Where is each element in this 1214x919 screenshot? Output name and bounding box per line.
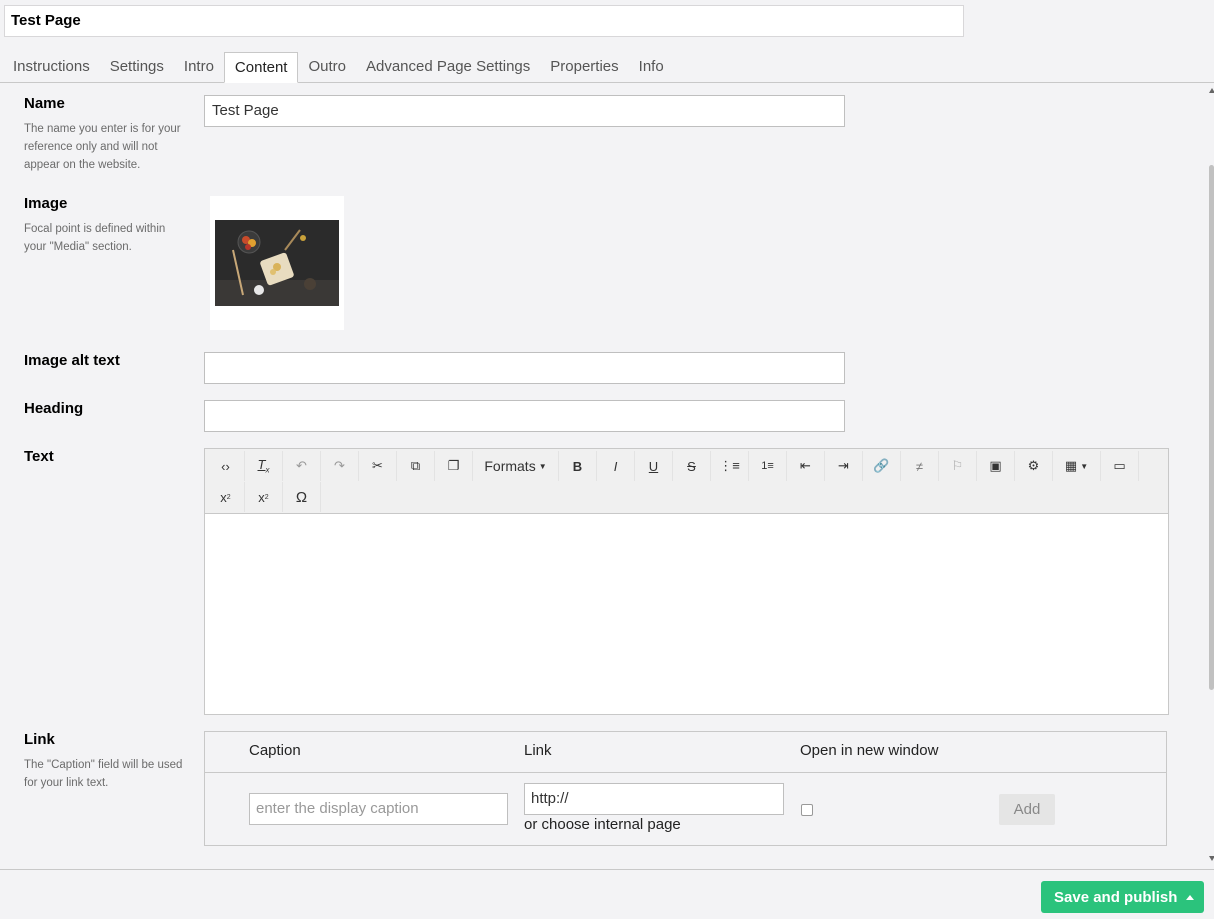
tab-outro[interactable]: Outro [298,52,356,82]
strikethrough-icon[interactable]: S [673,451,711,481]
formats-label: Formats [484,458,536,474]
underline-icon[interactable]: U [635,451,673,481]
image-label: Image [24,195,68,212]
content-panel: Name The name you enter is for your refe… [4,84,1187,869]
name-input[interactable]: Test Page [204,95,845,127]
scrollbar-thumb[interactable] [1209,165,1214,690]
bullet-list-icon[interactable]: ⋮≡ [711,451,749,481]
name-description: The name you enter is for your reference… [24,123,181,171]
redo-icon[interactable]: ↷ [321,451,359,481]
cut-icon[interactable]: ✂ [359,451,397,481]
preview-icon[interactable]: ▭ [1101,451,1139,481]
tab-bar: Instructions Settings Intro Content Outr… [0,52,1214,83]
scroll-down-arrow-icon[interactable] [1209,856,1214,861]
caret-up-icon[interactable] [1186,894,1194,900]
link-description: The "Caption" field will be used for you… [24,759,183,789]
clear-format-icon[interactable]: Tx [245,451,283,481]
image-picker[interactable] [210,196,344,330]
outdent-icon[interactable]: ⇤ [787,451,825,481]
image-description: Focal point is defined within your "Medi… [24,223,166,253]
tab-content[interactable]: Content [223,52,299,83]
rich-text-editor: ‹› Tx ↶ ↷ ✂ ⧉ ❐ Formats ▼ B I U S ⋮≡ 1≡ ⇤… [204,448,1169,715]
add-link-button[interactable]: Add [999,794,1055,825]
formats-dropdown[interactable]: Formats ▼ [473,451,559,481]
tab-properties[interactable]: Properties [540,52,628,82]
open-new-window-checkbox[interactable] [801,804,813,816]
bold-icon[interactable]: B [559,451,597,481]
heading-input[interactable] [204,400,845,432]
superscript-icon[interactable]: x2 [245,482,283,512]
caption-column-header: Caption [249,742,301,759]
link-table: Caption Link Open in new window enter th… [204,731,1167,846]
editor-toolbar: ‹› Tx ↶ ↷ ✂ ⧉ ❐ Formats ▼ B I U S ⋮≡ 1≡ ⇤… [205,449,1168,514]
image-alt-input[interactable] [204,352,845,384]
name-label: Name [24,95,65,112]
footer-bar: Save and publish [0,869,1214,919]
caption-input[interactable]: enter the display caption [249,793,508,825]
code-icon[interactable]: ‹› [207,451,245,481]
page-name-field[interactable]: Test Page [4,5,964,37]
link-column-header: Link [524,742,552,759]
link-label: Link [24,731,55,748]
choose-internal-page-link[interactable]: or choose internal page [524,816,681,833]
macro-icon[interactable]: ⚙ [1015,451,1053,481]
tab-info[interactable]: Info [629,52,674,82]
image-alt-label: Image alt text [24,352,120,369]
editor-body[interactable] [205,514,1168,714]
text-label: Text [24,448,54,465]
save-and-publish-button[interactable]: Save and publish [1041,881,1204,913]
tab-intro[interactable]: Intro [174,52,224,82]
tab-advanced-page-settings[interactable]: Advanced Page Settings [356,52,540,82]
heading-label: Heading [24,400,84,417]
link-table-header: Caption Link Open in new window [205,732,1166,773]
link-icon[interactable]: 🔗 [863,451,901,481]
subscript-icon[interactable]: x2 [207,482,245,512]
indent-icon[interactable]: ⇥ [825,451,863,481]
paste-icon[interactable]: ❐ [435,451,473,481]
image-thumbnail [215,220,339,306]
tab-instructions[interactable]: Instructions [3,52,100,82]
anchor-icon[interactable]: ⚐ [939,451,977,481]
copy-icon[interactable]: ⧉ [397,451,435,481]
link-url-input[interactable]: http:// [524,783,784,815]
undo-icon[interactable]: ↶ [283,451,321,481]
tab-settings[interactable]: Settings [100,52,174,82]
image-icon[interactable]: ▣ [977,451,1015,481]
numbered-list-icon[interactable]: 1≡ [749,451,787,481]
scroll-up-arrow-icon[interactable] [1209,88,1214,93]
new-window-column-header: Open in new window [800,742,939,759]
unlink-icon[interactable]: ≠ [901,451,939,481]
table-icon[interactable]: ▦ ▼ [1053,451,1101,481]
special-char-icon[interactable]: Ω [283,482,321,512]
save-and-publish-label: Save and publish [1054,888,1178,906]
italic-icon[interactable]: I [597,451,635,481]
